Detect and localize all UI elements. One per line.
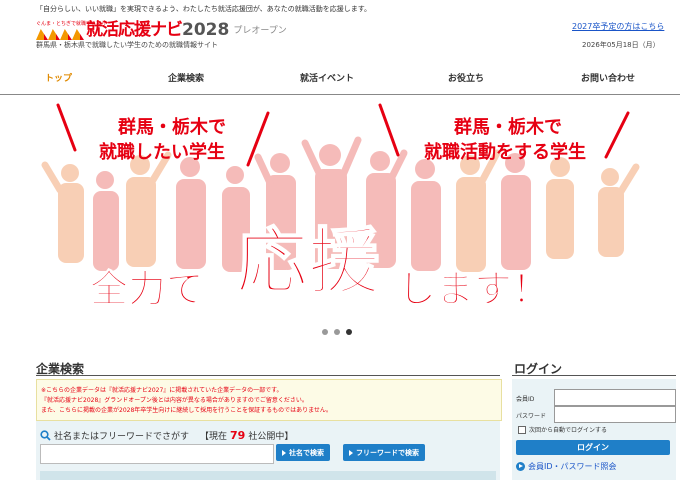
notice-line-2: 『就活応援ナビ2028』グランドオープン後とは内容が異なる場合がありますのでご留… (41, 397, 308, 404)
checkbox-icon (518, 425, 526, 434)
login-divider (512, 375, 676, 376)
play-arrow-icon (349, 449, 353, 456)
search-panel-footer-bar (40, 471, 496, 480)
count-prefix: 【現在 (200, 432, 228, 442)
published-company-count: 79 (230, 429, 246, 442)
company-name-search-label: 社名で検索 (289, 448, 324, 457)
hero-banner[interactable]: 群馬・栃木で 就職したい学生 群馬・栃木で 就職活動をする学生 全力で 応援 し… (0, 95, 680, 317)
slogan-part-3: します！ (398, 267, 550, 311)
count-suffix: 社公開中】 (248, 432, 294, 442)
notice-line-1: ※こちらの企業データは『就活応援ナビ2027』に掲載されていた企業データの一部で… (41, 387, 283, 394)
play-arrow-icon (282, 449, 286, 456)
company-search-panel: 社名またはフリーワードでさがす 【現在 79 社公開中】 社名で検索 フリーワー… (36, 421, 500, 480)
logo-bars-icon (36, 29, 84, 40)
id-password-lookup-link[interactable]: 会員ID・パスワード照会 (516, 461, 617, 472)
slogan-part-2: 応援 (236, 220, 381, 304)
right-callout-line-2: 就職活動をする学生 (424, 141, 586, 163)
company-search-divider (36, 375, 500, 376)
site-intro-text: 「自分らしい、いい就職」を実現できるよう、わたしたち就活応援団が、あなたの就職活… (36, 5, 372, 13)
login-panel: 会員ID パスワード 次回から自動でログインする ログイン 会員ID・パスワード… (512, 379, 676, 480)
password-label: パスワード (516, 413, 547, 420)
nav-useful-info[interactable]: お役立ち (448, 71, 484, 84)
freeword-search-input[interactable] (40, 444, 274, 464)
hero-artwork: 群馬・栃木で 就職したい学生 群馬・栃木で 就職活動をする学生 全力で 応援 し… (41, 103, 640, 312)
member-id-input[interactable] (554, 389, 676, 406)
company-name-search-button[interactable]: 社名で検索 (276, 444, 330, 461)
auto-login-label: 次回から自動でログインする (529, 427, 608, 434)
logo-mark-icon: ぐんま・とちぎで就職するなら (36, 20, 106, 40)
company-data-notice: ※こちらの企業データは『就活応援ナビ2027』に掲載されていた企業データの一部で… (36, 379, 502, 421)
nav-contact[interactable]: お問い合わせ (581, 71, 635, 84)
carousel-dot-3[interactable] (346, 329, 352, 335)
logo-subtitle: プレオープン (233, 26, 287, 36)
slogan-part-1: 全力で (89, 267, 204, 311)
search-label: 社名またはフリーワードでさがす (54, 432, 190, 442)
right-callout-line-1: 群馬・栃木で (454, 116, 562, 138)
nav-company-search[interactable]: 企業検索 (168, 71, 204, 84)
carousel-dots (322, 329, 352, 335)
link-2027-graduates[interactable]: 2027卒予定の方はこちら (572, 21, 664, 32)
logo-year: 2028 (182, 20, 230, 40)
search-icon (40, 430, 51, 441)
id-password-lookup-label: 会員ID・パスワード照会 (528, 462, 617, 471)
freeword-search-label: フリーワードで検索 (356, 448, 419, 457)
left-callout-line-1: 群馬・栃木で (118, 116, 226, 138)
login-button[interactable]: ログイン (516, 440, 670, 455)
carousel-dot-1[interactable] (322, 329, 328, 335)
global-nav: トップ 企業検索 就活イベント お役立ち お問い合わせ (0, 62, 680, 95)
arrow-circle-icon (516, 462, 525, 471)
nav-events[interactable]: 就活イベント (300, 71, 354, 84)
password-input[interactable] (554, 406, 676, 423)
nav-top[interactable]: トップ (45, 71, 72, 84)
carousel-dot-2[interactable] (334, 329, 340, 335)
freeword-search-button[interactable]: フリーワードで検索 (343, 444, 425, 461)
current-date: 2026年05月18日（月） (582, 41, 660, 49)
auto-login-checkbox[interactable]: 次回から自動でログインする (518, 425, 607, 434)
notice-line-3: また、こちらに掲載の企業が2028年卒学生向けに継続して採用を行うことを保証する… (41, 407, 332, 414)
member-id-label: 会員ID (516, 396, 535, 403)
search-label-row: 社名またはフリーワードでさがす 【現在 79 社公開中】 (40, 429, 293, 442)
left-callout-line-2: 就職したい学生 (99, 141, 225, 163)
site-tagline: 群馬県・栃木県で就職したい学生のための就職情報サイト (36, 41, 218, 49)
site-logo[interactable]: ぐんま・とちぎで就職するなら 就活応援ナビ 2028 プレオープン (36, 18, 287, 40)
logo-small-text: ぐんま・とちぎで就職するなら (36, 21, 107, 27)
